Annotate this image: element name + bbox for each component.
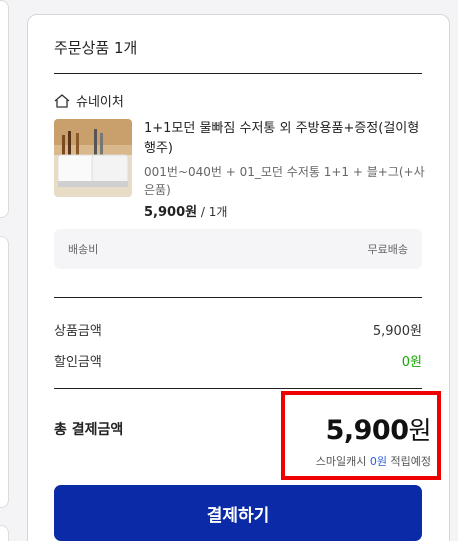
product-price-row: 5,900원 / 1개 — [144, 201, 227, 220]
smilecash-suffix: 적립예정 — [387, 455, 432, 468]
total-highlight-box: 5,900원 스마일캐시 0원 적립예정 — [281, 391, 441, 480]
total-label: 총 결제금액 — [54, 422, 124, 438]
seller-name: 슈네이처 — [76, 95, 124, 110]
left-panel-edge — [0, 525, 9, 541]
product-amount-label: 상품금액 — [54, 324, 102, 339]
discount-row: 할인금액 0원 — [54, 351, 422, 370]
order-title: 주문상품 1개 — [54, 39, 138, 57]
total-unit: 원 — [408, 416, 431, 445]
shipping-value: 무료배송 — [367, 243, 408, 256]
discount-label: 할인금액 — [54, 355, 102, 370]
divider — [54, 73, 422, 74]
seller-row[interactable]: 슈네이처 — [54, 91, 124, 110]
product-quantity: / 1개 — [197, 205, 228, 219]
shipping-label: 배송비 — [68, 243, 99, 256]
home-icon — [54, 93, 70, 108]
left-panel-edge — [0, 236, 9, 508]
pay-button[interactable]: 결제하기 — [54, 485, 422, 541]
smilecash-amount: 0원 — [369, 455, 388, 468]
left-panel-edge — [0, 0, 9, 218]
total-number: 5,900 — [325, 415, 409, 446]
smilecash-prefix: 스마일캐시 — [315, 455, 370, 468]
smilecash-note: 스마일캐시 0원 적립예정 — [316, 453, 431, 469]
discount-value: 0원 — [401, 355, 422, 370]
shipping-box: 배송비 무료배송 — [54, 229, 422, 269]
product-amount-value: 5,900원 — [372, 324, 422, 339]
order-summary-card: 주문상품 1개 슈네이처 1+1모던 물빠짐 수저통 외 주방용품+증정(걸이형… — [27, 14, 450, 541]
product-thumbnail[interactable] — [54, 119, 132, 197]
product-price: 5,900원 — [144, 205, 198, 220]
divider — [54, 297, 422, 298]
product-name[interactable]: 1+1모던 물빠짐 수저통 외 주방용품+증정(걸이형행주) — [144, 119, 428, 159]
total-amount: 5,900원 — [325, 411, 432, 447]
divider — [54, 388, 422, 389]
product-amount-row: 상품금액 5,900원 — [54, 320, 422, 339]
product-option: 001번~040번 + 01_모던 수저통 1+1 + 블+그(+사은품) — [144, 165, 425, 197]
